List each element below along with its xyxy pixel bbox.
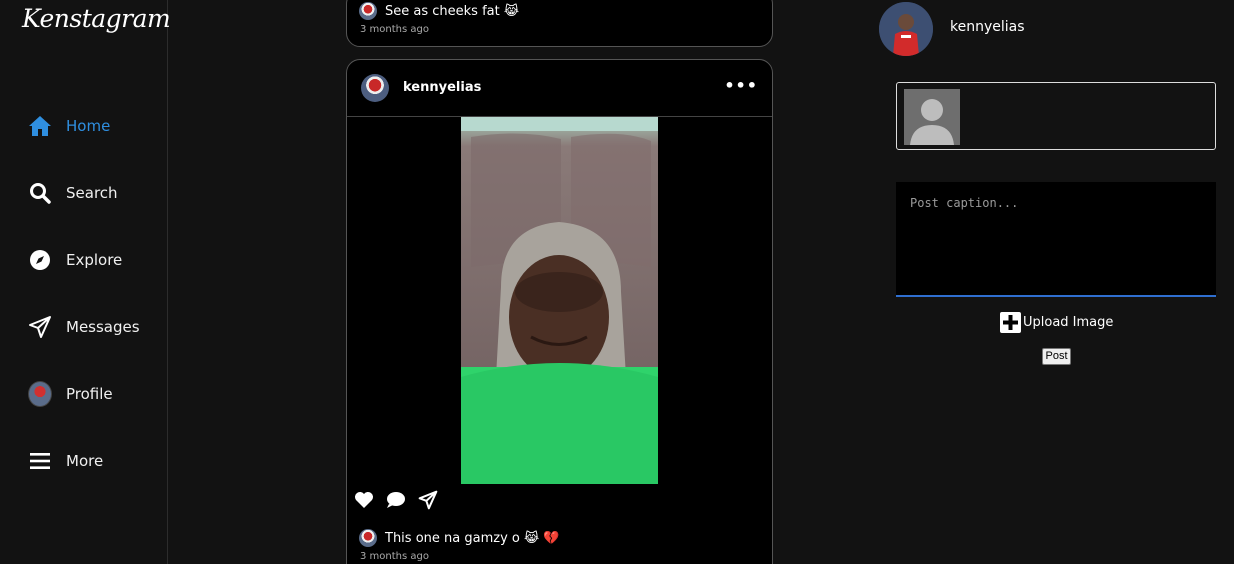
post-timestamp: 3 months ago: [360, 551, 429, 562]
upload-image-label: Upload Image: [1023, 315, 1114, 330]
post-username[interactable]: kennyelias: [403, 80, 481, 95]
sidebar-item-label: Messages: [66, 318, 140, 336]
post-image[interactable]: [461, 117, 658, 484]
comment-icon[interactable]: [385, 489, 407, 511]
composer-username[interactable]: kennyelias: [950, 19, 1025, 35]
profile-avatar-icon: [28, 381, 52, 407]
plus-icon: [1000, 312, 1021, 333]
menu-icon: [28, 449, 52, 473]
sidebar-item-profile[interactable]: Profile: [28, 380, 113, 408]
upload-image-button[interactable]: Upload Image: [1000, 312, 1113, 333]
image-preview-box[interactable]: [896, 82, 1216, 150]
previous-post-caption-row: See as cheeks fat 😹: [359, 2, 519, 20]
sidebar-item-label: Explore: [66, 251, 123, 269]
post-actions: [353, 489, 439, 511]
composer-avatar[interactable]: [879, 2, 933, 56]
avatar[interactable]: [361, 74, 389, 102]
sidebar-item-home[interactable]: Home: [28, 112, 110, 140]
image-placeholder-icon: [904, 89, 960, 145]
heart-icon[interactable]: [353, 489, 375, 511]
post-header: kennyelias •••: [347, 60, 772, 117]
post-caption: See as cheeks fat 😹: [385, 3, 520, 19]
post-card: kennyelias ••• This one na gamzy o 😹 💔 3…: [346, 59, 773, 564]
sidebar-item-search[interactable]: Search: [28, 179, 118, 207]
post-caption: This one na gamzy o 😹 💔: [385, 530, 560, 546]
sidebar: Kenstagram Home Search Explore Messages: [0, 0, 171, 564]
post-button[interactable]: Post: [1042, 348, 1071, 365]
caption-input[interactable]: [896, 182, 1216, 297]
post-timestamp: 3 months ago: [360, 24, 429, 35]
home-icon: [28, 114, 52, 138]
sidebar-item-label: More: [66, 452, 104, 470]
sidebar-item-explore[interactable]: Explore: [28, 246, 122, 274]
search-icon: [28, 181, 52, 205]
sidebar-item-messages[interactable]: Messages: [28, 313, 140, 341]
more-dots-icon[interactable]: •••: [724, 76, 758, 95]
previous-post-card: See as cheeks fat 😹 3 months ago: [346, 0, 773, 47]
sidebar-item-label: Search: [66, 184, 118, 202]
sidebar-item-label: Home: [66, 117, 111, 135]
app-root: Kenstagram Home Search Explore Messages: [0, 0, 1234, 564]
compass-icon: [28, 248, 52, 272]
post-caption-row: This one na gamzy o 😹 💔: [359, 529, 559, 547]
send-icon[interactable]: [417, 489, 439, 511]
sidebar-item-label: Profile: [66, 385, 113, 403]
sidebar-item-more[interactable]: More: [28, 447, 103, 475]
avatar[interactable]: [359, 529, 377, 547]
send-icon: [28, 315, 52, 339]
app-logo[interactable]: Kenstagram: [22, 4, 171, 33]
avatar[interactable]: [359, 2, 377, 20]
